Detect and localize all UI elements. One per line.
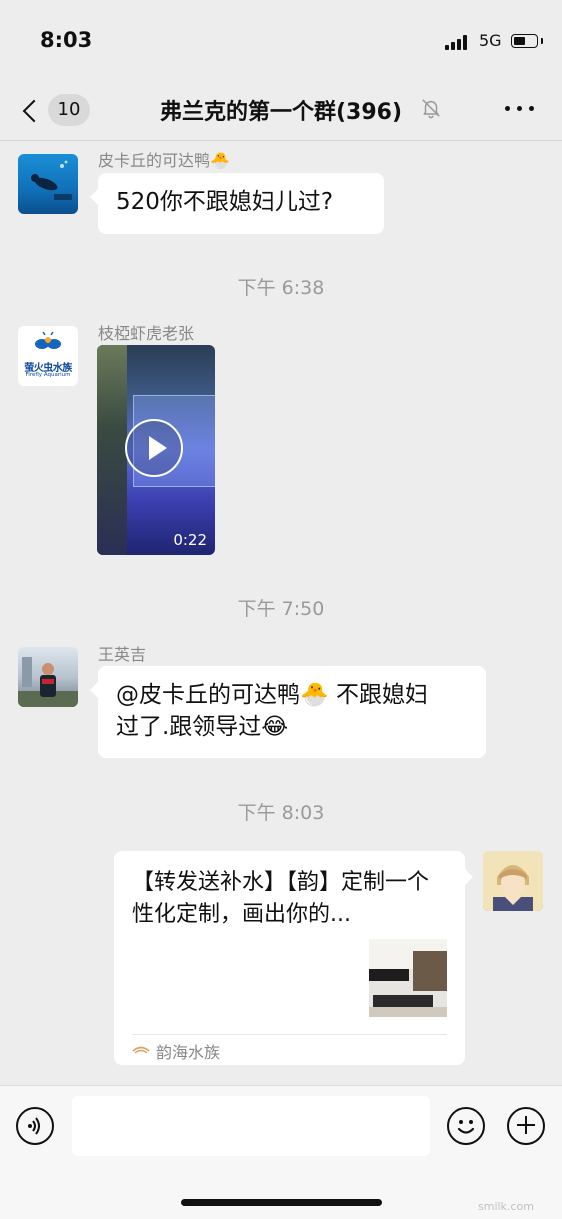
signal-icon [445,34,471,50]
message-bubble[interactable]: @皮卡丘的可达鸭🐣 不跟媳妇 过了.跟领导过😂 [90,666,486,758]
video-duration: 0:22 [173,531,207,549]
timestamp: 下午 7:50 [237,598,325,620]
more-icon[interactable] [505,106,535,114]
message-bubble[interactable]: 520你不跟媳妇儿过? [90,173,384,234]
link-card-message[interactable]: 【转发送补水】【韵】定制一个性化定制，画出你的... 韵海水族 [114,851,473,1065]
play-button[interactable] [125,419,183,477]
avatar[interactable]: 萤火虫水族 Firefly Aquarium [18,326,78,386]
chat-header: 10 弗兰克的第一个群(396) [0,80,562,141]
network-type: 5G [479,31,502,50]
voice-waves-icon [28,1117,40,1135]
message-text-line: @皮卡丘的可达鸭🐣 不跟媳妇 [116,682,428,708]
link-title: 【转发送补水】【韵】定制一个性化定制，画出你的... [132,870,430,927]
battery-cap [541,38,543,44]
status-time: 8:03 [40,28,93,52]
sender-name: 皮卡丘的可达鸭🐣 [98,151,230,170]
avatar-diver-image [31,160,72,200]
avatar-anime-image [483,851,543,911]
firefly-logo-icon [35,332,61,349]
battery-level [514,37,525,45]
message-input[interactable] [72,1096,430,1156]
bell-off-icon [422,99,440,119]
status-bar: 8:03 5G [0,0,562,80]
watermark: smilk.com [478,1200,534,1213]
link-source: 韵海水族 [156,1043,221,1062]
source-logo-icon [132,1046,150,1054]
battery-icon [511,34,538,48]
my-avatar[interactable] [483,851,543,911]
avatar[interactable] [18,647,78,707]
timestamp: 下午 8:03 [237,802,325,824]
link-thumbnail [369,939,447,1017]
smile-face-icon [457,1120,475,1134]
avatar[interactable] [18,154,78,214]
video-frame-left [97,345,127,555]
chat-title: 弗兰克的第一个群(396) [159,100,403,125]
input-bar [0,1085,562,1219]
voice-icon[interactable] [16,1107,54,1145]
emoji-icon[interactable] [447,1107,485,1145]
message-text-line: 过了.跟领导过😂 [116,714,289,740]
play-icon [149,436,167,460]
avatar-logo-subtext: Firefly Aquarium [25,372,71,378]
video-message[interactable]: 0:22 [97,345,215,555]
sender-name: 枝椏虾虎老张 [98,324,195,343]
link-divider [132,1034,447,1035]
plus-icon[interactable] [507,1107,545,1145]
home-indicator [181,1199,382,1206]
timestamp: 下午 6:38 [237,277,325,299]
sender-name: 王英吉 [98,645,147,664]
avatar-photo-image [18,657,78,707]
